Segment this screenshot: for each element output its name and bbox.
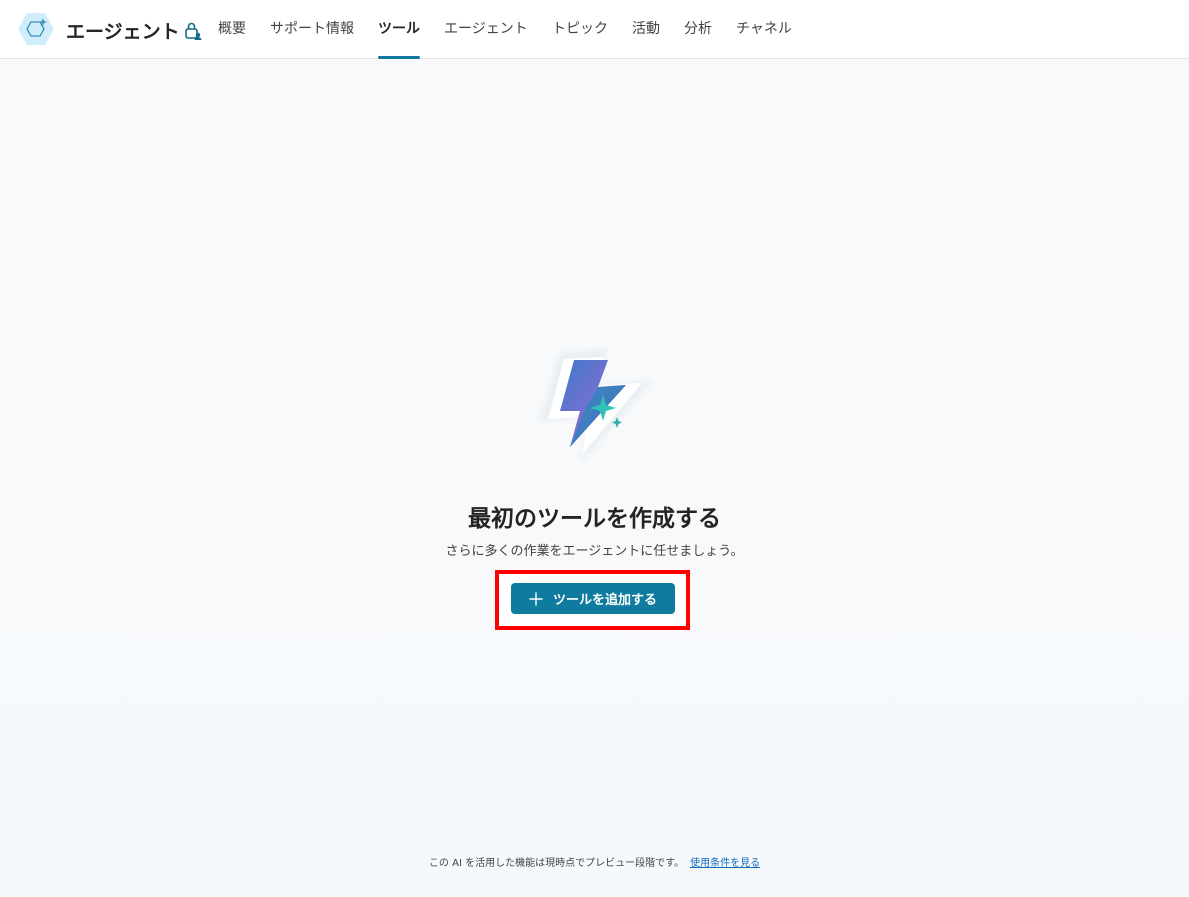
tab-activity[interactable]: 活動 [632,0,660,59]
footer-notice: この AI を活用した機能は現時点でプレビュー段階です。 使用条件を見る [0,854,1189,869]
agent-name: エージェント [66,21,180,43]
lock-person-icon[interactable] [183,21,203,41]
add-tool-button-label: ツールを追加する [552,593,657,608]
tab-analytics[interactable]: 分析 [684,0,712,59]
empty-state-subtitle: さらに多くの作業をエージェントに任せましょう。 [445,544,744,559]
terms-link[interactable]: 使用条件を見る [690,858,760,869]
agent-hexagon-icon [18,13,54,45]
tab-agents[interactable]: エージェント [444,0,528,59]
add-tool-button[interactable]: ツールを追加する [511,583,675,614]
plus-icon [529,591,543,606]
empty-state-title: 最初のツールを作成する [468,506,721,532]
top-bar: エージェント 概要 サポート情報 ツール エージェント トピック 活動 分析 チ… [0,0,1189,59]
tab-knowledge[interactable]: サポート情報 [270,0,354,59]
lightning-sparkle-icon [540,349,652,463]
preview-notice-text: この AI を活用した機能は現時点でプレビュー段階です。 [428,858,685,869]
tab-topics[interactable]: トピック [552,0,608,59]
tab-overview[interactable]: 概要 [218,0,246,59]
tab-channels[interactable]: チャネル [736,0,792,59]
active-tab-indicator [378,56,420,59]
tab-tools[interactable]: ツール [378,0,420,59]
